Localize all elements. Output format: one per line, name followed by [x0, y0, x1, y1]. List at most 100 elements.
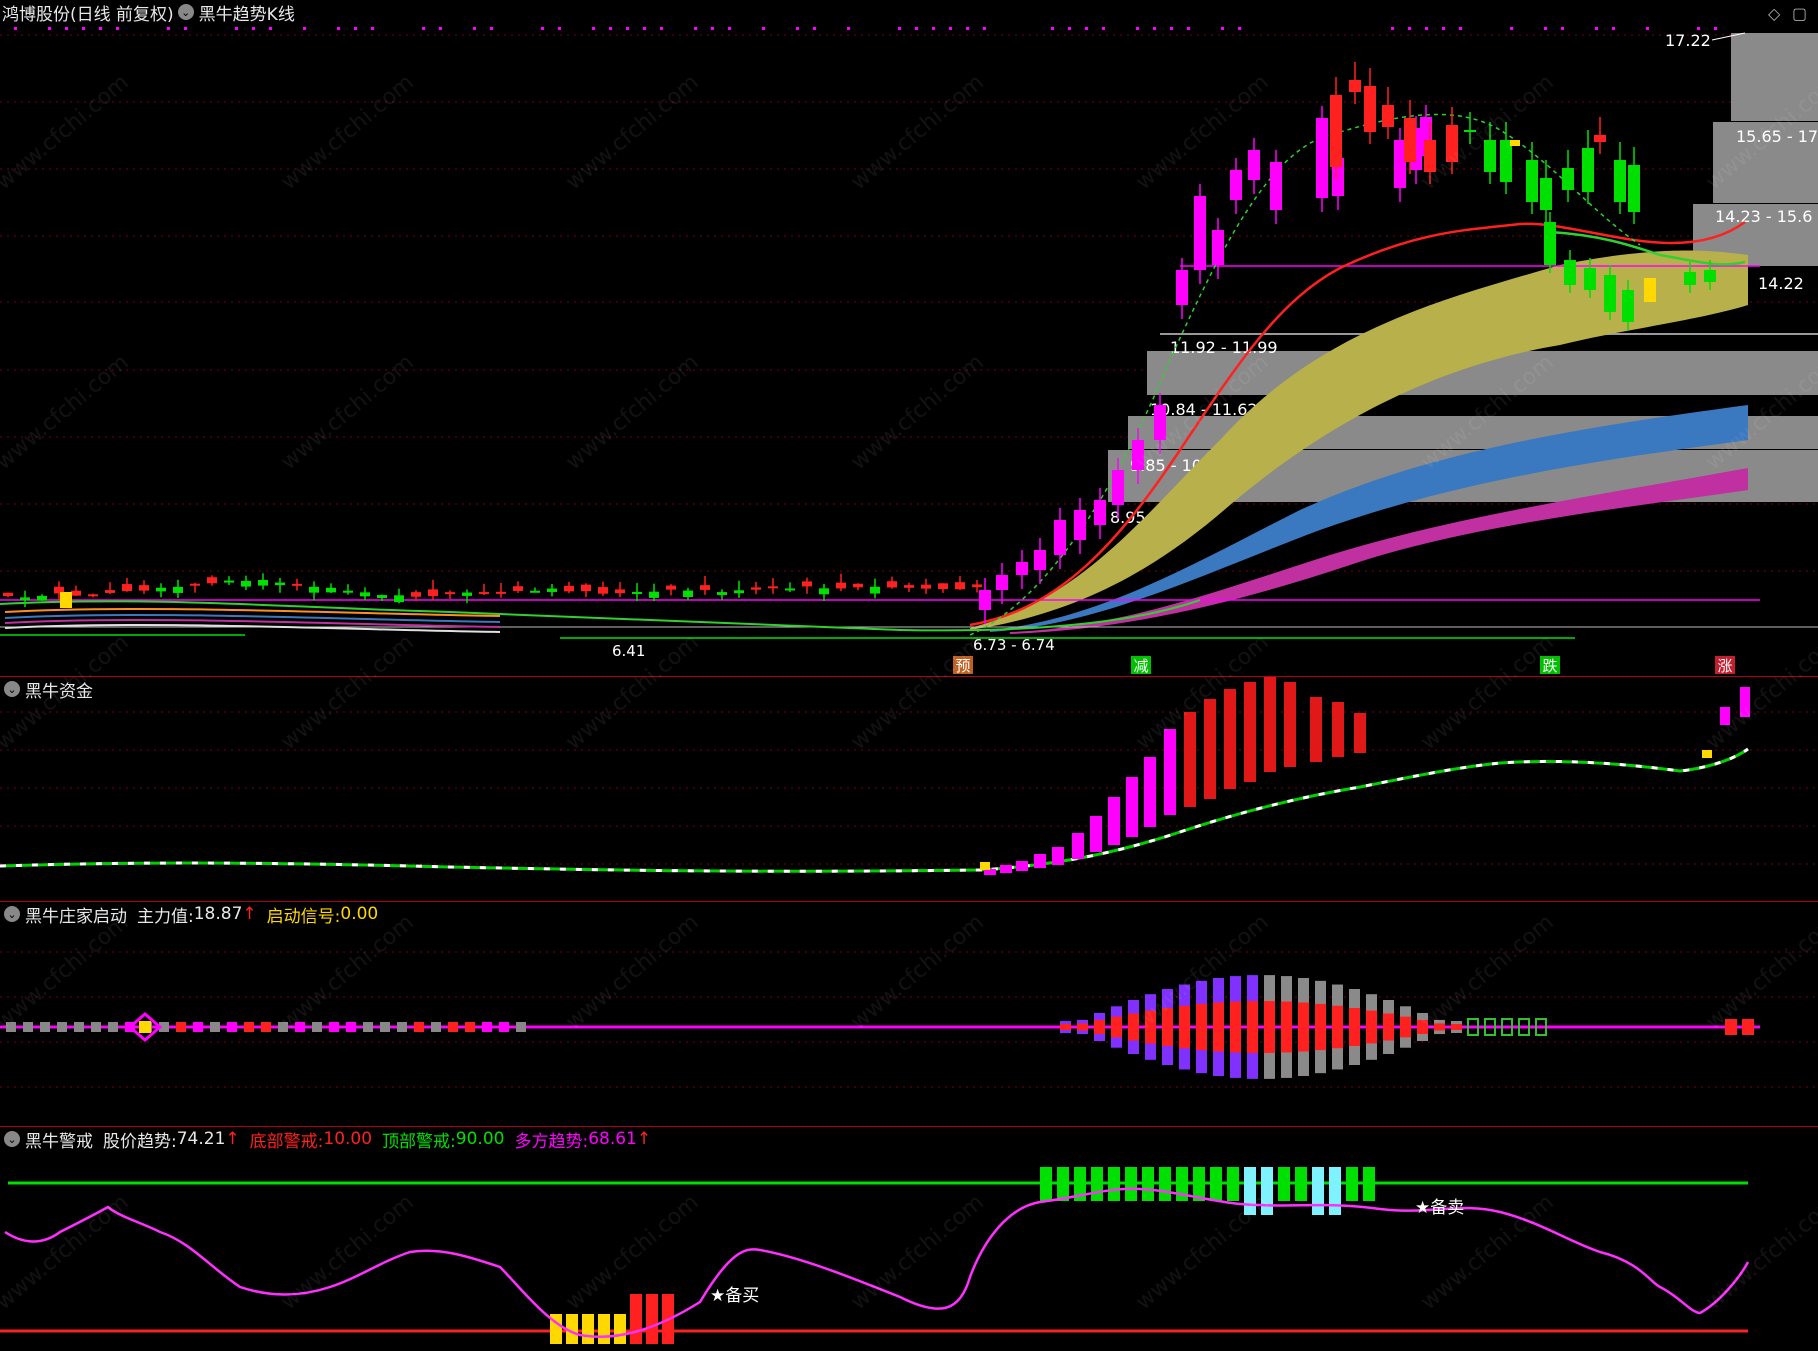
- candle-body-yellow: [60, 592, 72, 608]
- resistance-zone: [1731, 33, 1818, 121]
- launch-spindle-core: [1077, 1023, 1088, 1031]
- launch-small-bar: [482, 1022, 492, 1032]
- candle-body: [20, 597, 30, 601]
- bottom-alert-bar: [598, 1314, 610, 1344]
- candle-body: [666, 585, 676, 590]
- top-alert-bar: [1159, 1167, 1171, 1201]
- bull-trend-value-number: 68.61: [588, 1129, 637, 1149]
- candle-body: [1500, 140, 1512, 182]
- candle-body: [1540, 178, 1552, 210]
- launch-small-bar: [193, 1022, 203, 1032]
- launch-small-bar: [108, 1022, 118, 1032]
- top-alert-bar: [1244, 1167, 1256, 1215]
- top-alert-bar: [1091, 1167, 1103, 1201]
- launch-chevron-icon[interactable]: ⌄: [4, 906, 20, 922]
- signal-dot: [14, 27, 17, 30]
- funds-bar: [1264, 677, 1276, 772]
- bottom-alert-bar: [582, 1314, 594, 1344]
- candle-body: [1564, 260, 1576, 285]
- candle-body: [581, 584, 591, 592]
- launch-small-bar: [346, 1022, 356, 1032]
- trend-value: 74.21↑: [177, 1129, 240, 1149]
- signal-dot: [609, 27, 612, 30]
- zone-label: 11.92 - 11.99: [1170, 338, 1278, 357]
- signal-dot: [167, 27, 170, 30]
- candle-body: [1604, 275, 1616, 312]
- candle-body: [1446, 125, 1458, 162]
- funds-panel-header: ⌄ 黑牛资金: [0, 677, 103, 702]
- funds-bar: [1126, 777, 1138, 837]
- funds-chevron-icon[interactable]: ⌄: [4, 681, 20, 697]
- candle-body: [1628, 165, 1640, 212]
- candle-body: [394, 595, 404, 603]
- candle-body: [343, 590, 353, 593]
- candle-body: [258, 580, 268, 586]
- candle-body: [462, 592, 472, 596]
- launch-small-bar: [448, 1022, 458, 1032]
- candle-body: [1526, 160, 1538, 202]
- signal-dot: [1153, 27, 1156, 30]
- launch-spindle-core: [1060, 1024, 1071, 1030]
- signal-dot: [898, 27, 901, 30]
- candle-body: [768, 586, 778, 589]
- top-alert-value: 90.00: [455, 1129, 505, 1149]
- candle-body-magenta: [1248, 150, 1260, 180]
- alert-title[interactable]: 黑牛警戒: [25, 1127, 93, 1152]
- candle-body: [547, 588, 557, 592]
- launch-spindle-core: [1417, 1019, 1428, 1035]
- candle-body: [513, 586, 523, 591]
- signal-dot: [252, 27, 255, 30]
- alert-panel: ★备买 ★备卖 ⌄ 黑牛警戒 股价趋势: 74.21↑ 底部警戒: 10.00 顶…: [0, 1127, 1818, 1351]
- signal-marker-label: 涨: [1717, 657, 1732, 675]
- signal-dot: [558, 27, 561, 30]
- zone-label: 15.65 - 17: [1736, 127, 1818, 146]
- launch-chart: [0, 951, 1818, 1088]
- top-alert-bar: [1329, 1167, 1341, 1215]
- funds-bar: [1720, 707, 1730, 725]
- candle-body: [785, 588, 795, 591]
- candle-body: [445, 592, 455, 595]
- top-alert-bar: [1363, 1167, 1375, 1201]
- signal-dot: [592, 27, 595, 30]
- funds-marker: [980, 862, 990, 870]
- funds-bar: [1184, 712, 1196, 807]
- funds-title[interactable]: 黑牛资金: [25, 677, 93, 702]
- candle-body-magenta: [1176, 270, 1188, 305]
- launch-title[interactable]: 黑牛庄家启动: [25, 902, 127, 927]
- sell-signal-label: ★备卖: [1415, 1198, 1464, 1218]
- signal-dot: [949, 27, 952, 30]
- alert-chevron-icon[interactable]: ⌄: [4, 1131, 20, 1147]
- candle-body-magenta: [1154, 405, 1166, 440]
- launch-small-bar: [40, 1022, 50, 1032]
- candle-body: [700, 585, 710, 590]
- candle-body: [241, 580, 251, 587]
- base-zone-label: 6.73 - 6.74: [973, 636, 1055, 654]
- launch-spindle-core: [1145, 1010, 1156, 1044]
- launch-small-bar: [74, 1022, 84, 1032]
- candle-body: [904, 585, 914, 588]
- candle-body: [3, 592, 13, 596]
- candle-body-magenta: [996, 575, 1008, 590]
- signal-dot: [966, 27, 969, 30]
- funds-chart: [0, 677, 1818, 875]
- candle-body: [853, 583, 863, 588]
- launch-small-bar: [210, 1022, 220, 1032]
- funds-bar: [1332, 702, 1344, 757]
- signal-dot: [728, 27, 731, 30]
- candle-body: [377, 595, 387, 599]
- candle-body-magenta: [1112, 470, 1124, 505]
- bottom-alert-bar: [614, 1314, 626, 1344]
- top-alert-bar: [1057, 1167, 1069, 1201]
- candle-body-magenta: [1054, 520, 1066, 555]
- alert-panel-header: ⌄ 黑牛警戒 股价趋势: 74.21↑ 底部警戒: 10.00 顶部警戒: 90…: [0, 1127, 661, 1152]
- signal-label: 启动信号:: [266, 906, 341, 927]
- launch-panel-header: ⌄ 黑牛庄家启动 主力值: 18.87↑ 启动信号: 0.00: [0, 902, 388, 927]
- signal-dot: [1697, 27, 1700, 30]
- launch-small-bar: [23, 1022, 33, 1032]
- signal-dot: [439, 27, 442, 30]
- signal-dot: [847, 27, 850, 30]
- signal-dot: [1561, 27, 1564, 30]
- candle-body: [1614, 160, 1626, 202]
- candle-body: [1349, 80, 1361, 92]
- candle-body: [802, 581, 812, 587]
